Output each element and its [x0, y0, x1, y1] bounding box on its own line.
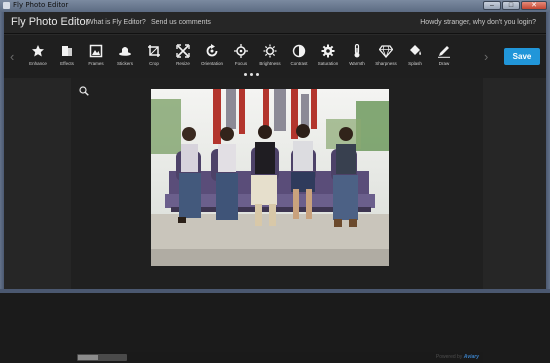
- login-link[interactable]: Howdy stranger, why don't you login?: [420, 19, 536, 26]
- bucket-icon: [410, 45, 421, 55]
- tool-effects[interactable]: Effects: [54, 42, 80, 72]
- toolbar-page-dots: [244, 73, 259, 76]
- frame-icon: [89, 44, 103, 58]
- tools-toolbar: ‹ Enhance Effects Frames Stickers Crop R…: [4, 35, 546, 78]
- rotate-icon: [206, 44, 218, 57]
- canvas-area: Powered by Aviary: [71, 78, 483, 363]
- app-window: Fly Photo Editor – □ ✕ Fly Photo Editor …: [0, 0, 550, 363]
- tool-splash[interactable]: Splash: [402, 42, 428, 72]
- canvas-bottom-bar: Powered by Aviary: [75, 352, 483, 363]
- tool-stickers[interactable]: Stickers: [112, 42, 138, 72]
- thermometer-icon: [354, 44, 360, 58]
- tool-enhance[interactable]: Enhance: [25, 42, 51, 72]
- tool-draw[interactable]: Draw: [431, 42, 457, 72]
- diamond-icon: [379, 45, 393, 58]
- nav-link-what-is[interactable]: What is Fly Editor?: [87, 19, 146, 26]
- page-dot[interactable]: [250, 73, 253, 76]
- prev-tools-arrow[interactable]: ‹: [10, 49, 14, 64]
- minimize-button[interactable]: –: [483, 1, 501, 10]
- tool-saturation[interactable]: Saturation: [315, 42, 341, 72]
- pencil-icon: [438, 46, 450, 58]
- hat-icon: [119, 47, 131, 56]
- nav-link-send-comments[interactable]: Send us comments: [151, 19, 211, 26]
- window-frame-right: [546, 12, 550, 293]
- tool-crop[interactable]: Crop: [141, 42, 167, 72]
- page-dot[interactable]: [244, 73, 247, 76]
- photo-image[interactable]: [151, 89, 389, 266]
- powered-by: Powered by Aviary: [436, 354, 479, 360]
- save-button[interactable]: Save: [504, 48, 540, 65]
- window-title: Fly Photo Editor: [13, 1, 69, 9]
- focus-icon: [234, 44, 248, 58]
- contrast-icon: [292, 44, 306, 58]
- brand-title: Fly Photo Editor: [11, 16, 90, 28]
- zoom-slider-knob[interactable]: [78, 355, 98, 360]
- tool-sharpness[interactable]: Sharpness: [373, 42, 399, 72]
- tool-label: Draw: [438, 61, 450, 66]
- resize-icon: [176, 44, 190, 58]
- page-dot[interactable]: [256, 73, 259, 76]
- crop-icon: [148, 45, 160, 57]
- zoom-icon[interactable]: [79, 86, 89, 96]
- sun-icon: [263, 44, 277, 58]
- aviary-logo: Aviary: [463, 354, 479, 360]
- header-bar: Fly Photo Editor What is Fly Editor? Sen…: [4, 12, 546, 34]
- zoom-slider[interactable]: [77, 354, 127, 361]
- window-frame-bottom: [0, 289, 550, 293]
- tool-frames[interactable]: Frames: [83, 42, 109, 72]
- effects-icon: [62, 46, 72, 56]
- title-bar: Fly Photo Editor – □ ✕: [0, 0, 550, 12]
- right-panel: [483, 78, 546, 289]
- window-controls: – □ ✕: [483, 1, 547, 10]
- gear-icon: [321, 44, 335, 58]
- tool-contrast[interactable]: Contrast: [286, 42, 312, 72]
- left-panel: [4, 78, 71, 289]
- powered-prefix: Powered by: [435, 354, 463, 360]
- maximize-button[interactable]: □: [502, 1, 520, 10]
- close-button[interactable]: ✕: [521, 1, 547, 10]
- tool-orientation[interactable]: Orientation: [199, 42, 225, 72]
- tool-resize[interactable]: Resize: [170, 42, 196, 72]
- tool-focus[interactable]: Focus: [228, 42, 254, 72]
- next-tools-arrow[interactable]: ›: [484, 49, 488, 64]
- app-icon: [3, 2, 10, 9]
- tool-brightness[interactable]: Brightness: [257, 42, 283, 72]
- star-icon: [32, 45, 44, 57]
- tool-warmth[interactable]: Warmth: [344, 42, 370, 72]
